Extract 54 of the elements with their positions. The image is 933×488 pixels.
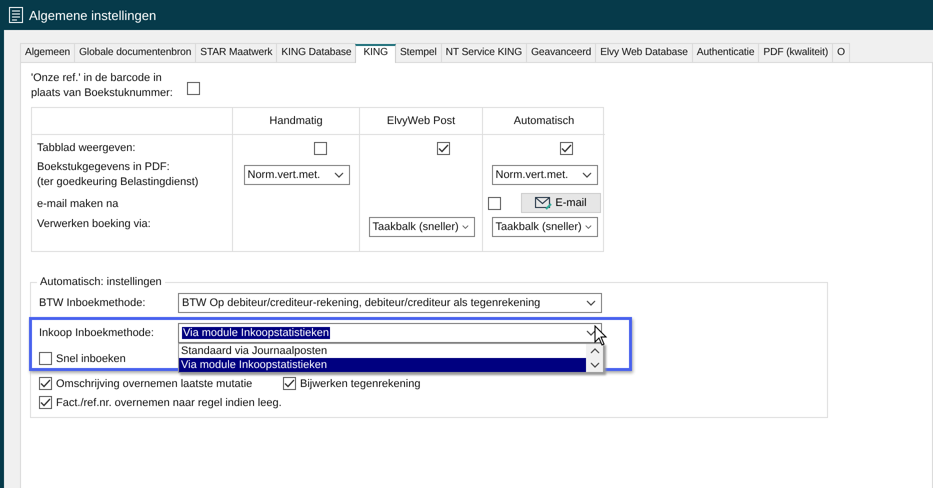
dropdown[interactable]: BTW Op debiteur/crediteur-rekening, debiteur/crediteur als tegenrekening <box>178 293 602 313</box>
column-header: Handmatig <box>269 115 323 127</box>
dropdown[interactable]: Taakbalk (sneller) <box>492 217 598 237</box>
group-title: Automatisch: instellingen <box>37 276 165 288</box>
row-label: e-mail maken na <box>37 197 120 212</box>
check-icon <box>40 379 51 388</box>
row-label: (ter goedkeuring Belastingdienst) <box>37 175 200 190</box>
chevron-down-icon <box>590 362 600 368</box>
checkbox[interactable] <box>314 142 327 154</box>
email-button[interactable]: E-mail <box>521 193 601 213</box>
chevron-down-icon <box>586 330 596 336</box>
row-label: Tabblad weergeven: <box>37 140 136 156</box>
chevron-up-icon <box>590 348 600 354</box>
column-header: Automatisch <box>514 115 574 127</box>
row-label: Boekstukgegevens in PDF: <box>37 160 171 175</box>
field-label: BTW Inboekmethode: <box>39 297 146 309</box>
checkbox[interactable] <box>488 196 501 210</box>
checkbox[interactable] <box>437 142 450 154</box>
dropdown[interactable]: Via module Inkoopstatistieken <box>178 323 602 343</box>
chevron-down-icon <box>582 172 592 178</box>
tab[interactable]: Algemeen <box>20 43 76 62</box>
envelope-pen-icon <box>535 196 552 210</box>
scrollbar[interactable] <box>586 344 603 372</box>
chevron-down-icon <box>462 224 468 230</box>
chevron-down-icon <box>334 172 344 178</box>
row-label: Verwerken boeking via: <box>37 217 152 232</box>
window-title: Algemene instellingen <box>29 8 156 22</box>
dropdown[interactable]: Taakbalk (sneller) <box>368 217 474 237</box>
column-header: ElvyWeb Post <box>386 115 456 127</box>
checkbox-label: Omschrijving overnemen laatste mutatie <box>56 378 252 390</box>
checkbox-label: Fact./ref.nr. overnemen naar regel indien leeg. <box>56 396 282 408</box>
dropdown[interactable]: Norm.vert.met. <box>492 165 598 185</box>
checkbox[interactable] <box>283 377 296 390</box>
tab[interactable]: KING <box>355 44 396 63</box>
list-option[interactable]: Standaard via Journaalposten <box>179 344 586 358</box>
checkbox[interactable] <box>39 377 52 390</box>
check-icon <box>438 144 449 152</box>
tab[interactable]: O <box>832 43 850 62</box>
list-option[interactable]: Via module Inkoopstatistieken <box>179 358 586 372</box>
document-icon <box>9 7 23 23</box>
dropdown[interactable]: Norm.vert.met. <box>244 165 350 185</box>
checkbox[interactable] <box>560 142 573 154</box>
chevron-down-icon <box>584 224 592 230</box>
checkbox-label: Bijwerken tegenrekening <box>300 378 420 390</box>
checkbox[interactable] <box>39 396 52 409</box>
check-icon <box>561 144 572 152</box>
chevron-down-icon <box>586 300 596 306</box>
field-label: Inkoop Inboekmethode: <box>39 327 155 339</box>
check-icon <box>284 379 295 388</box>
checkbox[interactable] <box>39 352 52 365</box>
check-icon <box>40 398 51 407</box>
checkbox[interactable] <box>187 82 200 95</box>
checkbox-label: Snel inboeken <box>56 352 126 364</box>
option-label: 'Onze ref.' in de barcode in plaats van Boekstuknummer: <box>31 71 174 101</box>
